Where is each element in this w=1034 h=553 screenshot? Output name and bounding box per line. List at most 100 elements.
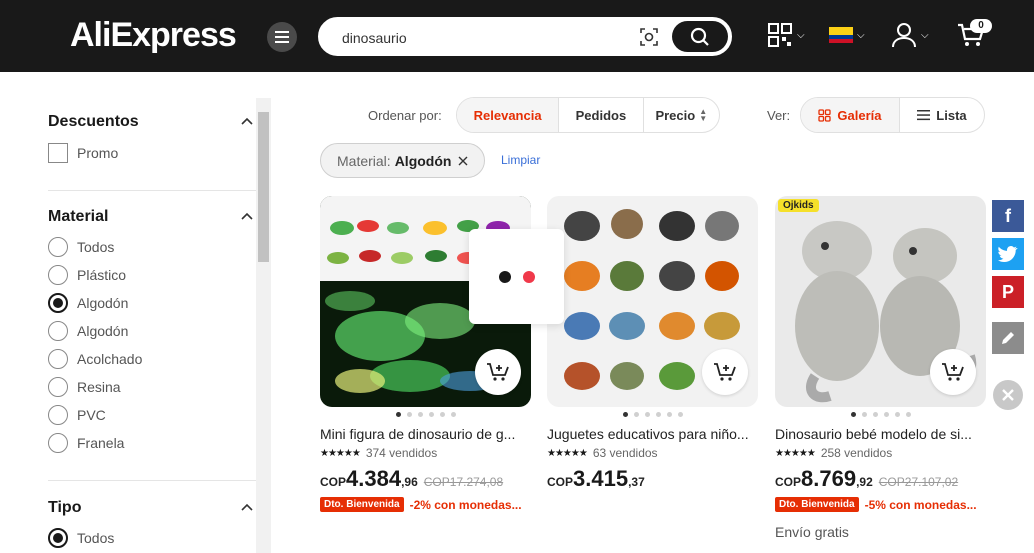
chevron-down-icon: ⌵ bbox=[857, 29, 865, 41]
account-menu[interactable]: ⌵ bbox=[891, 22, 929, 48]
sort-options: Relevancia Pedidos Precio ▲ ▼ bbox=[456, 97, 720, 133]
brand-tag: Ojkids bbox=[778, 199, 819, 212]
filter-option-promo[interactable]: Promo bbox=[48, 143, 118, 163]
product-title[interactable]: Mini figura de dinosaurio de g... bbox=[320, 426, 532, 442]
radio-button-selected[interactable] bbox=[48, 293, 68, 313]
option-label: Todos bbox=[77, 530, 115, 546]
close-icon[interactable] bbox=[458, 156, 468, 166]
tipo-option[interactable]: Todos bbox=[48, 528, 114, 548]
add-to-cart-button[interactable] bbox=[702, 349, 748, 395]
sold-count: 63 vendidos bbox=[592, 446, 658, 460]
view-options: Galería Lista bbox=[800, 97, 985, 133]
view-list[interactable]: Lista bbox=[900, 98, 984, 132]
product-card[interactable]: Ojkids Dinosaurio bebé modelo de si... ★… bbox=[775, 196, 987, 540]
search-input[interactable]: dinosaurio bbox=[342, 30, 407, 46]
material-option[interactable]: Franela bbox=[48, 433, 124, 453]
chip-value: Algodón bbox=[394, 152, 452, 169]
chevron-up-icon[interactable] bbox=[240, 209, 254, 223]
original-price: COP27.107,02 bbox=[878, 475, 959, 489]
share-edit-button[interactable] bbox=[992, 322, 1024, 354]
image-search-icon[interactable] bbox=[639, 27, 659, 47]
sort-pedidos[interactable]: Pedidos bbox=[559, 98, 644, 132]
image-carousel-dots[interactable] bbox=[775, 412, 987, 418]
product-title[interactable]: Juguetes educativos para niño... bbox=[547, 426, 759, 442]
option-label: Promo bbox=[77, 145, 119, 161]
material-option[interactable]: Todos bbox=[48, 237, 114, 257]
checkbox[interactable] bbox=[48, 143, 68, 163]
product-title[interactable]: Dinosaurio bebé modelo de si... bbox=[775, 426, 987, 442]
product-card[interactable]: Juguetes educativos para niño... ★★★★★ 63… bbox=[547, 196, 759, 492]
pencil-icon bbox=[1002, 332, 1014, 344]
image-carousel-dots[interactable] bbox=[320, 412, 532, 418]
option-label: Resina bbox=[77, 379, 121, 395]
rating-stars: ★★★★★ bbox=[320, 447, 361, 459]
price-integer: 4.384 bbox=[346, 466, 402, 491]
search-button[interactable] bbox=[672, 21, 728, 52]
option-label: Algodón bbox=[77, 323, 129, 339]
sort-precio[interactable]: Precio ▲ ▼ bbox=[644, 98, 719, 132]
material-option[interactable]: Acolchado bbox=[48, 349, 142, 369]
country-selector[interactable]: ⌵ bbox=[829, 27, 865, 43]
rating-stars: ★★★★★ bbox=[547, 447, 588, 459]
material-option[interactable]: Resina bbox=[48, 377, 121, 397]
add-to-cart-button[interactable] bbox=[475, 349, 521, 395]
search-icon bbox=[690, 27, 709, 46]
add-cart-icon bbox=[714, 363, 736, 381]
share-pinterest-button[interactable]: P bbox=[992, 276, 1024, 308]
radio-button[interactable] bbox=[48, 349, 68, 369]
coins-discount-text: -5% con monedas... bbox=[864, 497, 977, 512]
original-price: COP17.274,08 bbox=[423, 475, 504, 489]
radio-button[interactable] bbox=[48, 405, 68, 425]
menu-button[interactable] bbox=[267, 22, 297, 52]
facebook-icon: f bbox=[1005, 205, 1011, 226]
list-icon bbox=[917, 110, 931, 121]
share-facebook-button[interactable]: f bbox=[992, 200, 1024, 232]
hamburger-icon bbox=[275, 31, 289, 43]
price-currency: COP bbox=[320, 475, 347, 489]
radio-button[interactable] bbox=[48, 377, 68, 397]
welcome-discount-badge: Dto. Bienvenida bbox=[320, 497, 404, 512]
product-image[interactable] bbox=[547, 196, 758, 407]
add-to-cart-button[interactable] bbox=[930, 349, 976, 395]
price-integer: 8.769 bbox=[801, 466, 857, 491]
product-image[interactable]: Ojkids bbox=[775, 196, 986, 407]
sidebar-scrollbar[interactable] bbox=[256, 98, 271, 553]
material-option[interactable]: Plástico bbox=[48, 265, 126, 285]
loading-dot bbox=[498, 270, 511, 283]
scrollbar-thumb[interactable] bbox=[258, 112, 269, 262]
radio-button[interactable] bbox=[48, 265, 68, 285]
active-filter-chip[interactable]: Material: Algodón bbox=[320, 143, 486, 178]
radio-button[interactable] bbox=[48, 433, 68, 453]
close-share-button[interactable] bbox=[993, 380, 1023, 410]
image-carousel-dots[interactable] bbox=[547, 412, 759, 418]
material-option[interactable]: Algodón bbox=[48, 321, 128, 341]
search-bar: dinosaurio bbox=[318, 17, 732, 56]
view-gallery[interactable]: Galería bbox=[801, 98, 900, 132]
option-label: Algodón bbox=[77, 295, 129, 311]
material-option[interactable]: Algodón bbox=[48, 293, 128, 313]
welcome-discount-badge: Dto. Bienvenida bbox=[775, 497, 859, 512]
radio-button-selected[interactable] bbox=[48, 528, 68, 548]
price-decimal: ,37 bbox=[628, 475, 645, 489]
chevron-down-icon: ⌵ bbox=[921, 29, 929, 41]
sold-count: 374 vendidos bbox=[365, 446, 438, 460]
price-currency: COP bbox=[547, 475, 574, 489]
view-list-label: Lista bbox=[936, 107, 967, 123]
clear-filters-link[interactable]: Limpiar bbox=[501, 153, 540, 167]
app-download-menu[interactable]: ⌵ bbox=[767, 22, 805, 48]
top-header: AliExpress dinosaurio ⌵ ⌵ ⌵ 0 bbox=[0, 0, 1034, 72]
radio-button[interactable] bbox=[48, 321, 68, 341]
material-option[interactable]: PVC bbox=[48, 405, 106, 425]
twitter-icon bbox=[998, 246, 1018, 262]
sort-arrows-icon: ▲ ▼ bbox=[699, 107, 708, 123]
divider bbox=[48, 190, 256, 191]
radio-button[interactable] bbox=[48, 237, 68, 257]
option-label: Plástico bbox=[77, 267, 127, 283]
option-label: Acolchado bbox=[77, 351, 143, 367]
chevron-up-icon[interactable] bbox=[240, 114, 254, 128]
sort-relevancia[interactable]: Relevancia bbox=[457, 98, 560, 132]
filter-title-tipo: Tipo bbox=[48, 499, 82, 516]
aliexpress-logo[interactable]: AliExpress bbox=[70, 16, 237, 55]
share-twitter-button[interactable] bbox=[992, 238, 1024, 270]
chevron-up-icon[interactable] bbox=[240, 500, 254, 514]
